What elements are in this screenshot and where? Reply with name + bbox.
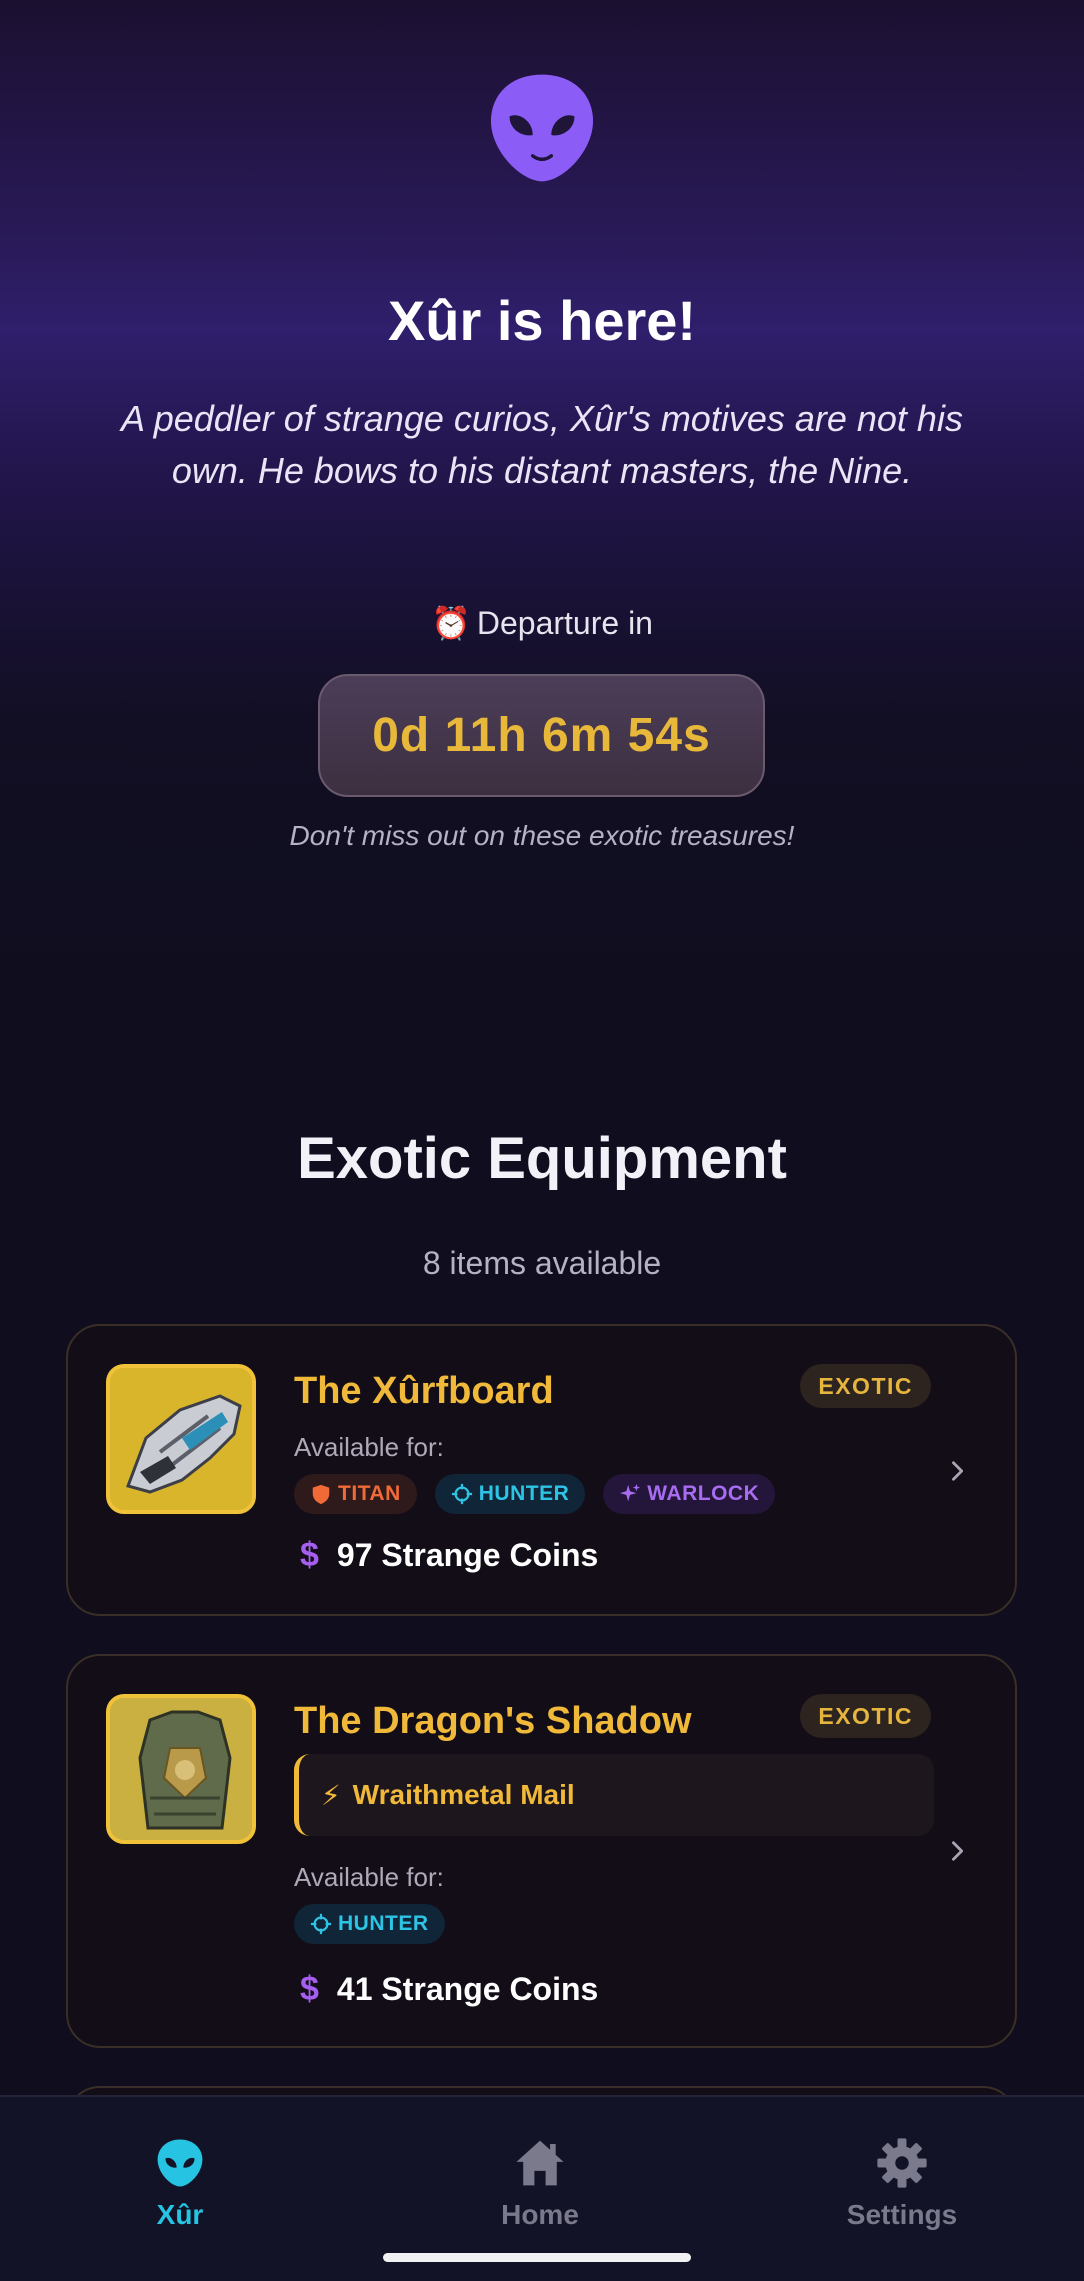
nav-item-xur[interactable]: Xûr (90, 2135, 270, 2231)
countdown-timer: 0d 11h 6m 54s (318, 674, 765, 797)
chip-label: TITAN (338, 1482, 401, 1505)
perk-banner: ⚡ Wraithmetal Mail (294, 1754, 934, 1836)
nav-label: Settings (846, 2199, 958, 2230)
item-thumbnail (106, 1364, 256, 1514)
nav-item-home[interactable]: Home (450, 2135, 630, 2231)
alien-icon (157, 2139, 203, 2187)
price-amount: 97 Strange Coins (336, 1537, 599, 1573)
item-card[interactable]: The Xûrfboard EXOTIC Available for: TITA… (66, 1324, 1017, 1616)
page-title: Xûr is here! (387, 289, 697, 352)
class-chip-titan: TITAN (294, 1474, 417, 1514)
nav-item-settings[interactable]: Settings (812, 2135, 992, 2231)
item-name: The Xûrfboard (294, 1370, 554, 1412)
chip-label: WARLOCK (647, 1482, 760, 1505)
class-chip-warlock: WARLOCK (603, 1474, 776, 1514)
lightning-icon: ⚡ (321, 1779, 341, 1811)
sparkle-icon (620, 1483, 641, 1502)
gauntlet-icon (110, 1368, 252, 1510)
section-title: Exotic Equipment (297, 1126, 787, 1191)
available-for-label: Available for: (294, 1432, 444, 1462)
alien-icon (490, 74, 594, 182)
chevron-right-icon[interactable] (947, 1460, 969, 1482)
nav-label: Home (501, 2199, 579, 2230)
chevron-right-icon[interactable] (947, 1840, 969, 1862)
departure-label-row: ⏰ Departure in (0, 604, 1084, 642)
item-price: $ 97 Strange Coins (300, 1536, 598, 1575)
currency-icon: $ (300, 1536, 319, 1574)
hero-description: A peddler of strange curios, Xûr's motiv… (121, 398, 963, 491)
nav-label: Xûr (156, 2199, 204, 2230)
chest-armor-icon (110, 1698, 252, 1840)
exotic-badge: EXOTIC (800, 1364, 931, 1408)
available-for-label: Available for: (294, 1862, 444, 1892)
home-icon (516, 2140, 564, 2186)
item-price: $ 41 Strange Coins (300, 1970, 598, 2009)
item-count: 8 items available (422, 1245, 662, 1281)
treasure-note: Don't miss out on these exotic treasures… (289, 820, 795, 851)
item-name: The Dragon's Shadow (294, 1700, 692, 1742)
chip-label: HUNTER (478, 1482, 570, 1505)
price-amount: 41 Strange Coins (336, 1971, 599, 2007)
class-chip-hunter: HUNTER (434, 1474, 586, 1514)
item-card[interactable]: The Dragon's Shadow EXOTIC ⚡ Wraithmetal… (66, 1654, 1017, 2048)
class-chips: HUNTER (294, 1904, 445, 1944)
departure-label: Departure in (476, 605, 653, 641)
hero-section: Xûr is here! A peddler of strange curios… (0, 0, 1084, 1000)
perk-label: Wraithmetal Mail (352, 1779, 575, 1810)
crosshair-icon (451, 1483, 472, 1505)
home-indicator[interactable] (383, 2253, 691, 2262)
exotic-badge: EXOTIC (800, 1694, 931, 1738)
item-thumbnail (106, 1694, 256, 1844)
chip-label: HUNTER (338, 1912, 429, 1935)
crosshair-icon (310, 1913, 332, 1935)
class-chip-hunter: HUNTER (294, 1904, 445, 1944)
alarm-clock-icon: ⏰ (431, 605, 471, 641)
class-chips: TITAN HUNTER WARLOCK (294, 1474, 776, 1514)
shield-icon (312, 1484, 330, 1505)
gear-icon (877, 2138, 927, 2188)
currency-icon: $ (300, 1970, 319, 2008)
